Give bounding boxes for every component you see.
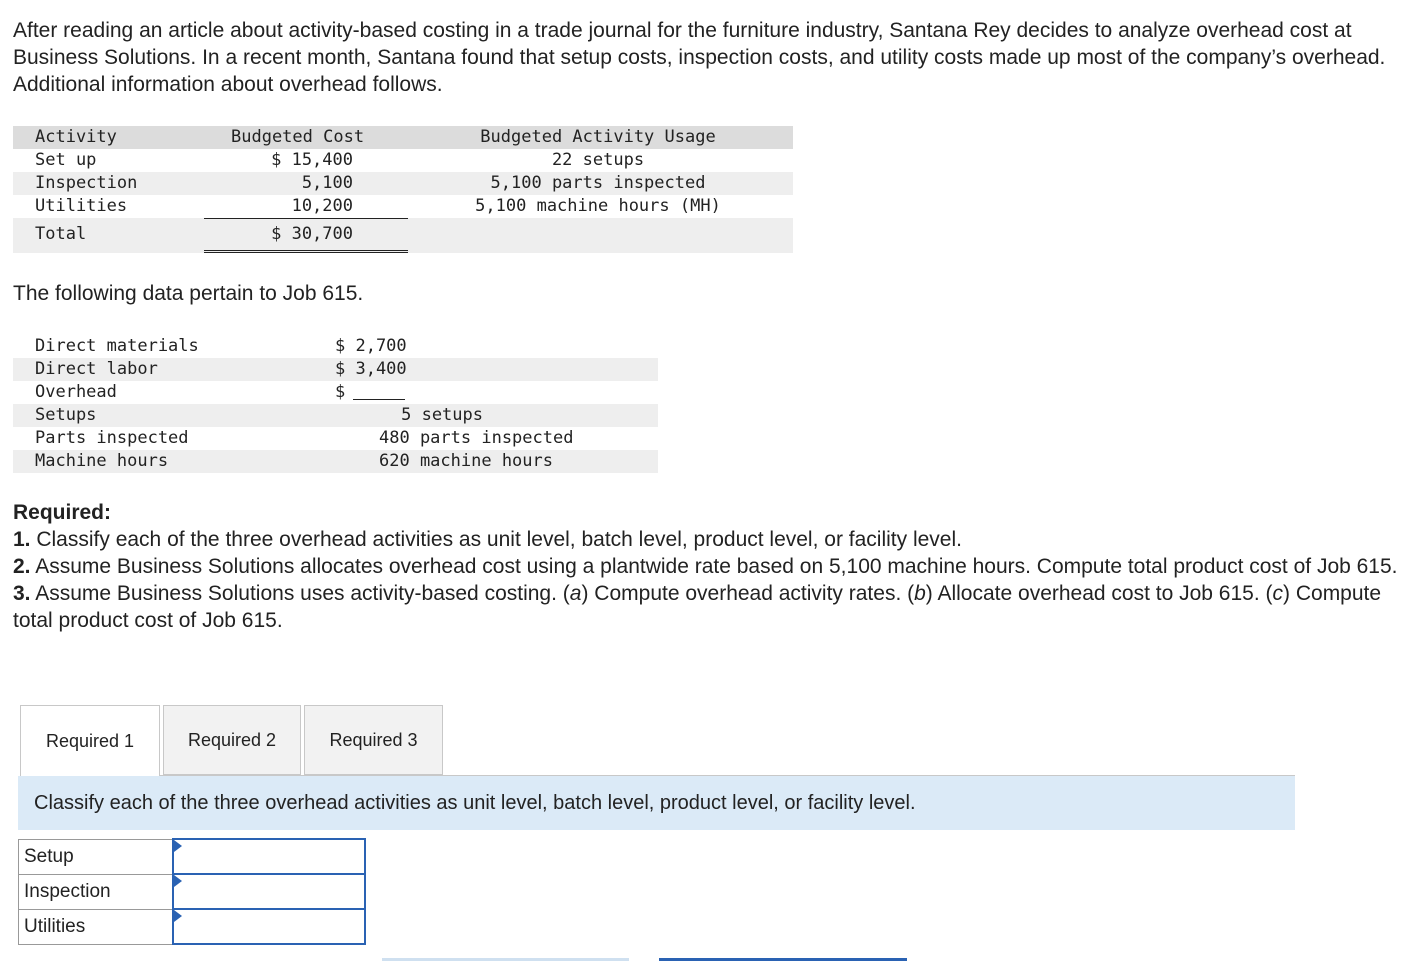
job-value: $ 2,700 (335, 336, 407, 356)
instruction-banner: Classify each of the three overhead acti… (18, 776, 1295, 830)
overhead-row: Inspection 5,100 5,100 parts inspected (13, 172, 793, 195)
total-label: Total (35, 224, 86, 244)
inspection-classification-input[interactable] (174, 875, 364, 908)
job-value: $ (335, 382, 345, 402)
part-c: c (1273, 582, 1284, 605)
job-row: Parts inspected 480 parts inspected (13, 427, 658, 450)
required-item-1: 1. Classify each of the three overhead a… (13, 526, 1413, 553)
job-value: 620 machine hours (379, 451, 553, 471)
job-label: Machine hours (35, 451, 168, 471)
job-label: Direct materials (35, 336, 199, 356)
budgeted-cost: 5,100 (203, 173, 353, 193)
activity-usage: 5,100 machine hours (MH) (453, 196, 743, 216)
job-value-text: 5 setups (401, 405, 483, 425)
total-value: $ 30,700 (203, 224, 353, 244)
overhead-total-row: Total $ 30,700 (13, 218, 793, 253)
answer-cell (173, 909, 365, 944)
answer-label: Setup (19, 839, 174, 874)
budgeted-cost: $ 15,400 (203, 150, 353, 170)
job-value: 5 setups (313, 405, 483, 425)
job-label: Direct labor (35, 359, 158, 379)
tab-required-2[interactable]: Required 2 (163, 705, 301, 775)
item-text: Assume Business Solutions uses activity-… (31, 582, 570, 605)
job-row: Direct labor $ 3,400 (13, 358, 658, 381)
job-row: Setups 5 setups (13, 404, 658, 427)
activity-usage: 5,100 parts inspected (453, 173, 743, 193)
overhead-table: Activity Budgeted Cost Budgeted Activity… (13, 126, 793, 253)
answer-row: Utilities (19, 909, 366, 944)
overhead-table-header: Activity Budgeted Cost Budgeted Activity… (13, 126, 793, 149)
dropdown-marker-icon (174, 875, 182, 887)
required-section: Required: 1. Classify each of the three … (13, 499, 1413, 634)
job-label: Parts inspected (35, 428, 189, 448)
header-activity-usage: Budgeted Activity Usage (453, 127, 743, 147)
activity-usage: 22 setups (453, 150, 743, 170)
job-label: Overhead (35, 382, 117, 402)
dropdown-marker-icon (174, 910, 182, 922)
item-text: Classify each of the three overhead acti… (31, 528, 962, 551)
intro-paragraph: After reading an article about activity-… (13, 17, 1413, 98)
answer-cell (173, 839, 365, 874)
answer-row: Inspection (19, 874, 366, 909)
answer-row: Setup (19, 839, 366, 874)
answer-grid: Setup Inspection Utilities (18, 838, 366, 945)
item-number: 1. (13, 528, 31, 551)
answer-cell (173, 874, 365, 909)
part-b: b (914, 582, 926, 605)
item-text: ) Allocate overhead cost to Job 615. ( (926, 582, 1273, 605)
activity-name: Utilities (35, 196, 127, 216)
budgeted-cost: 10,200 (203, 196, 353, 216)
utilities-classification-input[interactable] (174, 910, 364, 943)
required-item-3: 3. Assume Business Solutions uses activi… (13, 580, 1413, 634)
overhead-blank-line (353, 382, 405, 400)
tab-required-3[interactable]: Required 3 (304, 705, 443, 775)
item-number: 2. (13, 555, 31, 578)
tab-required-1[interactable]: Required 1 (20, 705, 160, 776)
answer-label: Inspection (19, 874, 174, 909)
header-activity: Activity (35, 127, 117, 147)
dropdown-marker-icon (174, 840, 182, 852)
job-row: Overhead $ (13, 381, 658, 404)
total-double-rule (204, 250, 408, 253)
required-item-2: 2. Assume Business Solutions allocates o… (13, 553, 1413, 580)
header-budgeted-cost: Budgeted Cost (231, 127, 364, 147)
subtotal-rule (204, 218, 408, 219)
job-value: $ 3,400 (335, 359, 407, 379)
overhead-row: Set up $ 15,400 22 setups (13, 149, 793, 172)
required-heading: Required: (13, 499, 1413, 526)
job-intro: The following data pertain to Job 615. (13, 280, 1413, 307)
job-row: Machine hours 620 machine hours (13, 450, 658, 473)
activity-name: Inspection (35, 173, 137, 193)
job-table: Direct materials $ 2,700 Direct labor $ … (13, 335, 658, 473)
job-row: Direct materials $ 2,700 (13, 335, 658, 358)
answer-label: Utilities (19, 909, 174, 944)
item-number: 3. (13, 582, 31, 605)
job-label: Setups (35, 405, 96, 425)
overhead-value-cell: $ (335, 382, 405, 402)
item-text: Assume Business Solutions allocates over… (31, 555, 1398, 578)
part-a: a (570, 582, 582, 605)
activity-name: Set up (35, 150, 96, 170)
setup-classification-input[interactable] (174, 840, 364, 873)
overhead-row: Utilities 10,200 5,100 machine hours (MH… (13, 195, 793, 218)
item-text: ) Compute overhead activity rates. ( (581, 582, 914, 605)
job-value: 480 parts inspected (379, 428, 573, 448)
